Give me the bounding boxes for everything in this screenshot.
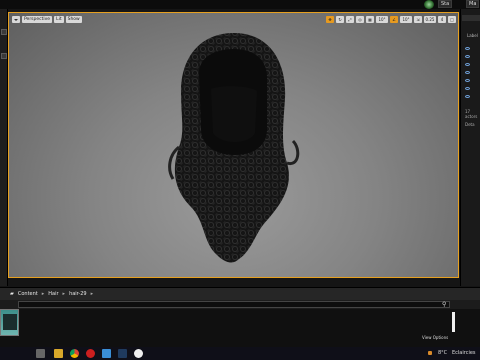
top-button-ma-label: Ma xyxy=(469,1,477,7)
actor-count: 17 actors xyxy=(465,109,478,119)
file-explorer-icon[interactable] xyxy=(54,349,63,358)
chevron-down-icon xyxy=(14,18,18,21)
view-options-button[interactable]: View Options xyxy=(422,335,448,340)
show-button[interactable]: Show xyxy=(65,16,82,23)
outliner-tab[interactable] xyxy=(462,15,480,21)
asset-thumbnail[interactable] xyxy=(0,309,19,336)
details-tab[interactable]: Deta xyxy=(465,122,475,127)
chevron-right-icon: ▸ xyxy=(62,291,66,297)
viewport-toolbar-right: ✥ ↻ ⤢ ◎ ▦ 10° ∠ 10° ⇲ 0.25 4 □ xyxy=(326,16,456,23)
app-icon-2[interactable] xyxy=(118,349,127,358)
left-toolbar xyxy=(0,9,8,286)
show-label: Show xyxy=(67,17,80,22)
visibility-eye-icon[interactable] xyxy=(465,63,470,66)
opera-icon[interactable] xyxy=(86,349,95,358)
maximize-viewport-icon[interactable]: □ xyxy=(448,16,456,23)
chevron-right-icon: ▸ xyxy=(41,291,45,297)
surface-snap-icon[interactable]: ▦ xyxy=(366,16,374,23)
scale-snap-value[interactable]: 0.25 xyxy=(424,16,436,23)
scale-icon[interactable]: ⤢ xyxy=(346,16,354,23)
world-outliner-panel: Label 17 actors Deta xyxy=(460,9,480,286)
visibility-eye-icon[interactable] xyxy=(465,79,470,82)
breadcrumb-hair-29[interactable]: hair-29 xyxy=(69,291,87,297)
folder-icon[interactable]: ▰ xyxy=(10,291,14,297)
top-button-sta[interactable]: Sta xyxy=(438,0,453,8)
weather-temperature[interactable]: 8°C xyxy=(438,350,447,356)
unreal-engine-icon[interactable] xyxy=(134,349,143,358)
weather-condition[interactable]: Eclaircies xyxy=(452,350,476,356)
viewport-toolbar-left: Perspective Lit Show xyxy=(12,16,82,23)
visibility-eye-icon[interactable] xyxy=(465,71,470,74)
rotate-icon[interactable]: ↻ xyxy=(336,16,344,23)
angle-snap-value[interactable]: 10° xyxy=(400,16,412,23)
tool-icon-1[interactable] xyxy=(1,29,7,35)
windows-taskbar: 8°C Eclaircies xyxy=(0,347,480,360)
scale-snap-icon[interactable]: ⇲ xyxy=(414,16,422,23)
breadcrumb: ▰ Content ▸ Hair ▸ hair-29 ▸ xyxy=(10,291,93,297)
level-viewport[interactable]: Perspective Lit Show ✥ ↻ ⤢ ◎ ▦ 10° ∠ 10°… xyxy=(8,12,459,278)
outliner-column-label: Label xyxy=(467,33,478,38)
app-icon[interactable] xyxy=(102,349,111,358)
visibility-eye-icon[interactable] xyxy=(465,95,470,98)
scale-snap-label: 0.25 xyxy=(425,17,435,22)
angle-snap-label: 10° xyxy=(402,17,410,22)
perspective-label: Perspective xyxy=(24,17,51,22)
chevron-right-icon: ▸ xyxy=(90,291,94,297)
breadcrumb-content[interactable]: Content xyxy=(18,291,38,297)
angle-snap-icon[interactable]: ∠ xyxy=(390,16,398,23)
top-button-ma[interactable]: Ma xyxy=(466,0,480,8)
chrome-icon[interactable] xyxy=(70,349,79,358)
task-view-icon[interactable] xyxy=(36,349,45,358)
editor-top-bar: Sta Ma xyxy=(0,0,480,9)
grid-snap-label: 10° xyxy=(378,17,386,22)
lit-button[interactable]: Lit xyxy=(54,16,64,23)
play-indicator-icon[interactable] xyxy=(424,0,434,9)
camera-speed-label: 4 xyxy=(440,17,444,22)
world-space-icon[interactable]: ◎ xyxy=(356,16,364,23)
perspective-button[interactable]: Perspective xyxy=(22,16,53,23)
visibility-eye-icon[interactable] xyxy=(465,47,470,50)
content-browser-path-bar: ▰ Content ▸ Hair ▸ hair-29 ▸ xyxy=(0,287,480,300)
camera-speed-value[interactable]: 4 xyxy=(438,16,446,23)
top-button-sta-label: Sta xyxy=(441,1,450,7)
asset-search-input[interactable] xyxy=(18,301,450,308)
grid-snap-value[interactable]: 10° xyxy=(376,16,388,23)
visibility-eye-icon[interactable] xyxy=(465,87,470,90)
breadcrumb-hair[interactable]: Hair xyxy=(48,291,58,297)
viewport-options-button[interactable] xyxy=(12,16,20,23)
hair-mesh-model[interactable] xyxy=(159,29,309,269)
search-icon[interactable]: ⚲ xyxy=(442,301,446,308)
lit-label: Lit xyxy=(56,17,62,22)
content-browser-search-row: ⚲ xyxy=(0,300,480,309)
weather-icon xyxy=(428,351,432,355)
content-browser-assets xyxy=(0,309,480,347)
tool-icon-2[interactable] xyxy=(1,53,7,59)
visibility-eye-icon[interactable] xyxy=(465,55,470,58)
asset-thumbnail-image xyxy=(3,314,17,330)
translate-icon[interactable]: ✥ xyxy=(326,16,334,23)
asset-scrollbar[interactable] xyxy=(452,312,455,332)
